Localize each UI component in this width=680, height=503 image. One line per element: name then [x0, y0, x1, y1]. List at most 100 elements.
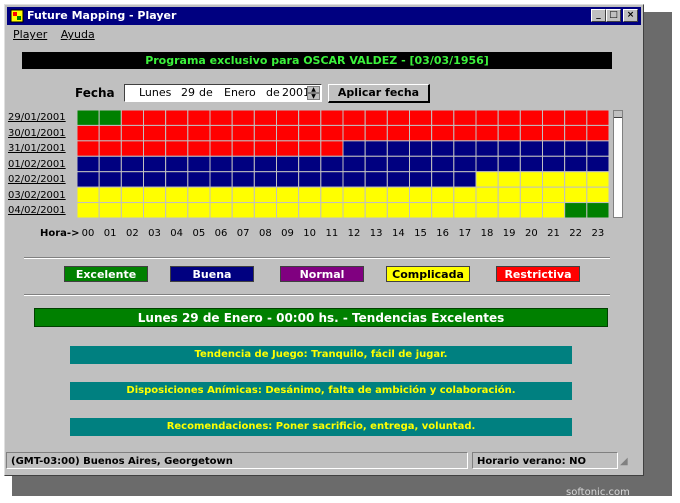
grid-cell[interactable] [386, 171, 411, 188]
grid-cell[interactable] [497, 140, 521, 157]
grid-cell[interactable] [276, 202, 300, 218]
grid-cell[interactable] [364, 110, 388, 126]
grid-cell[interactable] [386, 202, 411, 218]
grid-cell[interactable] [342, 171, 366, 188]
menu-player[interactable]: Player [13, 28, 47, 41]
grid-cell[interactable] [120, 186, 144, 204]
grid-cell[interactable] [187, 140, 211, 157]
spin-up-icon[interactable]: ▲ [307, 86, 320, 93]
grid-cell[interactable] [98, 110, 122, 126]
grid-cell[interactable] [431, 171, 455, 188]
grid-cell[interactable] [276, 186, 300, 204]
grid-cell[interactable] [409, 110, 433, 126]
grid-cell[interactable] [431, 202, 455, 218]
grid-cell[interactable] [320, 171, 344, 188]
grid-cell[interactable] [475, 110, 499, 126]
grid-cell[interactable] [386, 186, 411, 204]
grid-cell[interactable] [143, 202, 167, 218]
grid-cell[interactable] [342, 124, 366, 142]
grid-cell[interactable] [586, 110, 609, 126]
grid-cell[interactable] [253, 110, 277, 126]
grid-cell[interactable] [143, 186, 167, 204]
grid-cell[interactable] [253, 155, 277, 173]
grid-cell[interactable] [431, 186, 455, 204]
grid-cell[interactable] [409, 186, 433, 204]
grid-cell[interactable] [120, 202, 144, 218]
grid-cell[interactable] [320, 140, 344, 157]
title-bar[interactable]: Future Mapping - Player _ □ × [7, 7, 641, 25]
grid-cell[interactable] [253, 171, 277, 188]
grid-cell[interactable] [120, 140, 144, 157]
grid-cell[interactable] [120, 124, 144, 142]
grid-cell[interactable] [165, 171, 189, 188]
date-year[interactable]: 2001 [282, 85, 310, 101]
grid-cell[interactable] [231, 140, 255, 157]
grid-cell[interactable] [497, 110, 521, 126]
close-button[interactable]: × [623, 9, 638, 22]
grid-cell[interactable] [77, 186, 100, 204]
grid-cell[interactable] [320, 202, 344, 218]
grid-cell[interactable] [542, 202, 566, 218]
grid-cell[interactable] [209, 124, 233, 142]
grid-cell[interactable] [77, 155, 100, 173]
grid-cell[interactable] [231, 171, 255, 188]
grid-cell[interactable] [364, 124, 388, 142]
grid-cell[interactable] [364, 171, 388, 188]
grid-cell[interactable] [165, 124, 189, 142]
grid-cell[interactable] [453, 171, 477, 188]
grid-cell[interactable] [431, 140, 455, 157]
grid-cell[interactable] [475, 155, 499, 173]
grid-cell[interactable] [431, 110, 455, 126]
grid-cell[interactable] [586, 155, 609, 173]
spin-down-icon[interactable]: ▼ [307, 93, 320, 100]
grid-cell[interactable] [431, 124, 455, 142]
grid-cell[interactable] [209, 140, 233, 157]
grid-cell[interactable] [298, 140, 322, 157]
grid-cell[interactable] [386, 140, 411, 157]
grid-cell[interactable] [209, 110, 233, 126]
grid-cell[interactable] [453, 124, 477, 142]
grid-cell[interactable] [542, 110, 566, 126]
grid-cell[interactable] [564, 124, 588, 142]
grid-cell[interactable] [386, 124, 411, 142]
grid-cell[interactable] [276, 110, 300, 126]
grid-cell[interactable] [120, 110, 144, 126]
grid-cell[interactable] [342, 110, 366, 126]
grid-cell[interactable] [475, 124, 499, 142]
grid-cell[interactable] [342, 186, 366, 204]
grid-cell[interactable] [298, 124, 322, 142]
grid-cell[interactable] [187, 171, 211, 188]
grid-cell[interactable] [409, 202, 433, 218]
grid-cell[interactable] [497, 202, 521, 218]
grid-cell[interactable] [564, 171, 588, 188]
grid-cell[interactable] [209, 171, 233, 188]
grid-cell[interactable] [409, 124, 433, 142]
grid-cell[interactable] [519, 202, 544, 218]
grid-cell[interactable] [542, 124, 566, 142]
grid-cell[interactable] [586, 124, 609, 142]
scrollbar-thumb[interactable] [614, 111, 622, 118]
grid-cell[interactable] [187, 110, 211, 126]
grid-cell[interactable] [519, 171, 544, 188]
menu-ayuda[interactable]: Ayuda [61, 28, 95, 41]
grid-cell[interactable] [586, 140, 609, 157]
grid-cell[interactable] [453, 110, 477, 126]
grid-cell[interactable] [497, 124, 521, 142]
date-row-label[interactable]: 30/01/2001 [8, 126, 76, 142]
grid-cell[interactable] [98, 155, 122, 173]
grid-cell[interactable] [564, 110, 588, 126]
grid-cell[interactable] [453, 186, 477, 204]
grid-cell[interactable] [564, 202, 588, 218]
grid-cell[interactable] [586, 186, 609, 204]
date-row-label[interactable]: 31/01/2001 [8, 141, 76, 157]
tendency-grid[interactable] [77, 110, 609, 218]
grid-cell[interactable] [497, 186, 521, 204]
grid-cell[interactable] [519, 140, 544, 157]
grid-cell[interactable] [298, 186, 322, 204]
date-row-label[interactable]: 03/02/2001 [8, 188, 76, 204]
grid-cell[interactable] [253, 202, 277, 218]
date-row-label[interactable]: 02/02/2001 [8, 172, 76, 188]
grid-cell[interactable] [143, 155, 167, 173]
grid-cell[interactable] [165, 110, 189, 126]
grid-cell[interactable] [143, 171, 167, 188]
